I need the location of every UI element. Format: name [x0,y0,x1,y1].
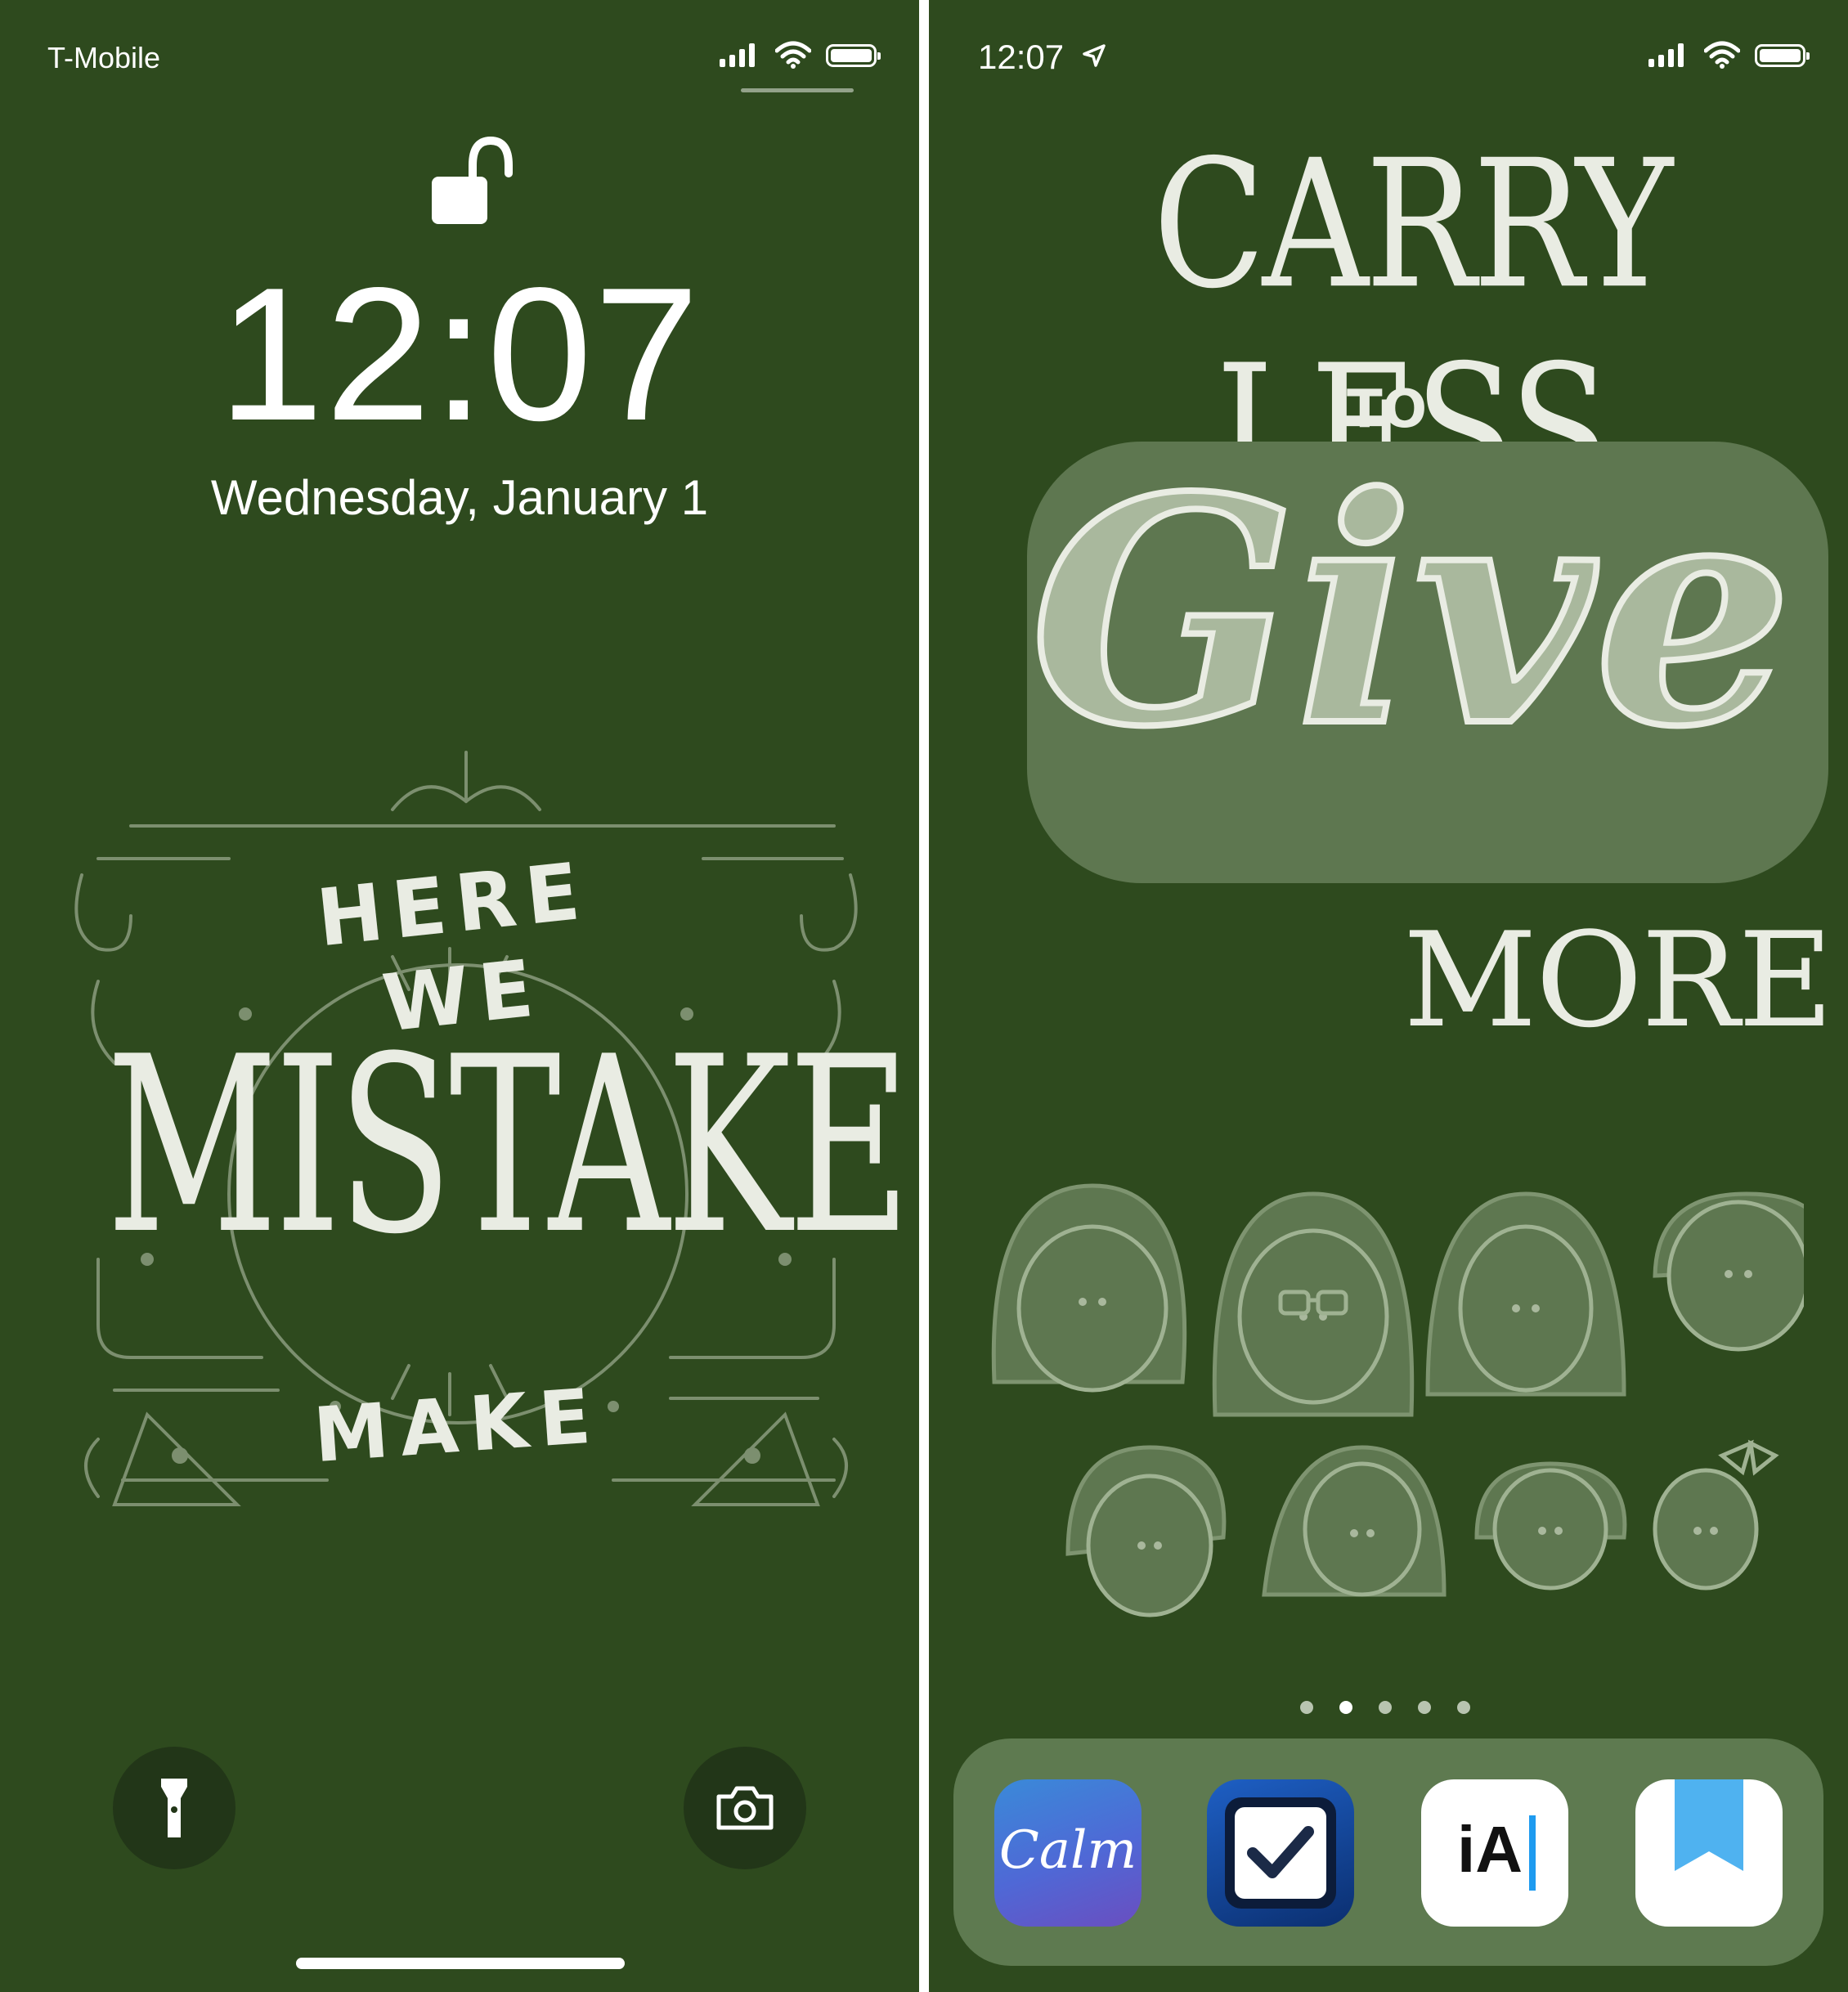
family-faces-illustration [991,1183,1804,1617]
battery-icon [1755,44,1810,67]
wallpaper-text-more: MORE [1403,904,1833,1057]
cellular-signal-icon [1648,43,1684,67]
ia-writer-label: iA [1457,1813,1523,1886]
wallpaper-text-mistakes: MISTAKES [106,1006,919,1289]
calm-app-icon[interactable]: Calm [994,1779,1142,1927]
page-dot[interactable] [1379,1701,1392,1714]
cellular-signal-icon [720,43,755,67]
page-dot[interactable] [1457,1701,1470,1714]
wallpaper-text-give: Give [1027,429,1795,795]
camera-button[interactable] [684,1747,806,1869]
location-arrow-icon [1083,44,1106,67]
unlocked-padlock-icon [432,136,513,224]
flashlight-icon [161,1779,187,1837]
battery-icon [826,44,881,67]
checkbox-icon [1247,1826,1314,1878]
lock-date: Wednesday, January 1 [210,470,709,525]
calm-app-label: Calm [998,1820,1137,1881]
lock-time: 12:07 [218,249,702,460]
control-center-grabber[interactable] [741,88,854,92]
ia-writer-app-icon[interactable]: iA [1421,1779,1568,1927]
home-screen: 12:07 CARRY LESS TO Give MORE Calm iA [929,0,1848,1992]
wifi-icon [1704,41,1740,69]
wifi-icon [775,41,811,69]
home-indicator[interactable] [296,1958,625,1969]
text-cursor-icon [1529,1815,1536,1891]
page-dot-active[interactable] [1339,1701,1352,1714]
bookmarks-app-icon[interactable] [1635,1779,1783,1927]
page-dot[interactable] [1300,1701,1313,1714]
page-indicator[interactable] [1300,1701,1470,1714]
omnifocus-app-icon[interactable] [1207,1779,1354,1927]
carrier-label: T-Mobile [47,41,161,74]
page-dot[interactable] [1418,1701,1431,1714]
flashlight-button[interactable] [113,1747,235,1869]
status-time: 12:07 [978,38,1065,76]
lock-screen: T-Mobile 12:07 Wednesday, January 1 HERE… [0,0,919,1992]
bookmark-icon [1675,1779,1743,1871]
camera-icon [716,1786,774,1830]
